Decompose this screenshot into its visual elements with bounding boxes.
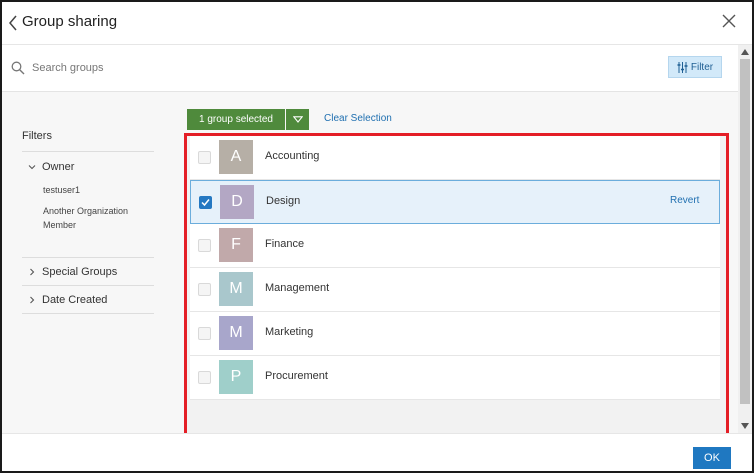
filter-section-special-groups[interactable]: Special Groups	[28, 266, 117, 278]
filters-divider	[22, 257, 154, 258]
group-selected-button[interactable]: 1 group selected	[187, 109, 285, 130]
search-input[interactable]	[32, 58, 592, 78]
group-checkbox[interactable]	[198, 151, 211, 164]
group-row-accounting[interactable]: A Accounting	[190, 136, 720, 180]
scroll-down-arrow-icon[interactable]	[741, 423, 749, 429]
clear-selection-link[interactable]: Clear Selection	[324, 113, 392, 124]
vertical-scrollbar[interactable]	[738, 45, 752, 433]
group-thumbnail: F	[219, 228, 253, 262]
group-name: Procurement	[265, 370, 328, 382]
filter-button[interactable]: Filter	[668, 56, 722, 78]
filter-special-groups-label: Special Groups	[42, 266, 118, 278]
content-area: Filters Owner testuser1 Another Organiza…	[2, 92, 738, 439]
filters-title: Filters	[22, 130, 52, 142]
dialog-header: Group sharing	[2, 2, 752, 45]
group-row-marketing[interactable]: M Marketing	[190, 312, 720, 356]
filter-date-created-label: Date Created	[42, 294, 108, 306]
filter-section-owner[interactable]: Owner	[28, 161, 74, 173]
filter-owner-label: Owner	[42, 161, 75, 173]
group-thumbnail: M	[219, 316, 253, 350]
group-selected-label: 1 group selected	[199, 114, 273, 125]
group-thumbnail: D	[220, 185, 254, 219]
group-checkbox[interactable]	[198, 327, 211, 340]
group-checkbox[interactable]	[198, 283, 211, 296]
group-row-procurement[interactable]: P Procurement	[190, 356, 720, 400]
dialog-footer: OK	[2, 433, 752, 471]
group-checkbox[interactable]	[198, 371, 211, 384]
chevron-left-icon[interactable]	[8, 15, 18, 31]
filters-divider	[22, 313, 154, 314]
owner-option-another-organization-member[interactable]: Another Organization Member	[43, 204, 133, 232]
group-thumbnail: A	[219, 140, 253, 174]
close-icon[interactable]	[722, 14, 736, 28]
search-icon	[11, 61, 25, 75]
ok-button[interactable]: OK	[693, 447, 731, 469]
group-name: Marketing	[265, 326, 314, 338]
sliders-icon	[677, 61, 688, 73]
selection-dropdown-toggle[interactable]	[286, 109, 309, 130]
group-name: Finance	[265, 238, 305, 250]
group-name: Management	[265, 282, 330, 294]
chevron-right-icon	[30, 296, 35, 304]
group-checkbox[interactable]	[198, 239, 211, 252]
group-list: A Accounting D Design Revert F Finance M…	[184, 133, 729, 439]
ok-button-label: OK	[704, 452, 720, 464]
filters-divider	[22, 151, 154, 152]
group-name: Accounting	[265, 150, 320, 162]
checkmark-icon	[201, 199, 210, 207]
dialog-title: Group sharing	[22, 13, 118, 30]
caret-down-icon	[292, 116, 303, 123]
group-row-design[interactable]: D Design Revert	[190, 180, 720, 224]
group-name: Design	[266, 195, 301, 207]
group-sharing-dialog: Group sharing Filter Filters Owner tes	[0, 0, 754, 473]
owner-option-testuser1[interactable]: testuser1	[43, 183, 133, 197]
group-row-finance[interactable]: F Finance	[190, 224, 720, 268]
scroll-up-arrow-icon[interactable]	[741, 49, 749, 55]
scrollbar-thumb[interactable]	[740, 59, 750, 404]
filter-button-label: Filter	[690, 61, 714, 73]
chevron-right-icon	[30, 268, 35, 276]
filter-section-date-created[interactable]: Date Created	[28, 294, 107, 306]
filters-divider	[22, 285, 154, 286]
group-thumbnail: M	[219, 272, 253, 306]
search-row: Filter	[2, 45, 738, 92]
chevron-down-icon	[28, 165, 36, 170]
group-thumbnail: P	[219, 360, 253, 394]
group-checkbox[interactable]	[199, 196, 212, 209]
revert-link[interactable]: Revert	[670, 195, 699, 206]
group-row-management[interactable]: M Management	[190, 268, 720, 312]
